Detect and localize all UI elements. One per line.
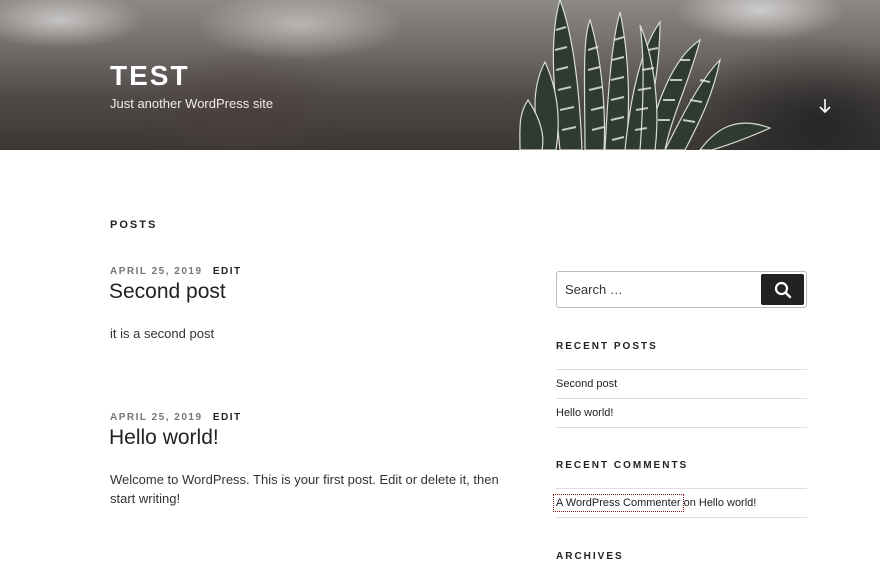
post-meta: APRIL 25, 2019 EDIT	[110, 266, 510, 277]
post-content: it is a second post	[110, 326, 215, 341]
post-entry: APRIL 25, 2019 EDIT Hello world! Welcome…	[109, 412, 510, 508]
recent-comments-list: A WordPress Commenter on Hello world!	[553, 488, 807, 518]
site-header: TEST Just another WordPress site	[0, 0, 880, 150]
post-title[interactable]: Hello world!	[109, 426, 510, 450]
post-entry: APRIL 25, 2019 EDIT Second post it is a …	[109, 266, 510, 343]
archives-title: ARCHIVES	[556, 551, 624, 562]
sidebar: RECENT POSTS Second post Hello world! RE…	[553, 271, 807, 562]
commenter-link[interactable]: A WordPress Commenter	[553, 494, 684, 512]
arrow-down-icon[interactable]	[815, 96, 835, 116]
site-title[interactable]: TEST	[110, 60, 190, 92]
recent-posts-list: Second post Hello world!	[556, 369, 807, 428]
site-description: Just another WordPress site	[110, 96, 274, 111]
list-item: Second post	[556, 369, 807, 398]
search-button[interactable]	[761, 274, 804, 305]
comment-connector: on	[680, 497, 699, 509]
edit-link[interactable]: EDIT	[213, 412, 242, 423]
post-date[interactable]: APRIL 25, 2019	[110, 266, 203, 277]
edit-link[interactable]: EDIT	[213, 266, 242, 277]
posts-heading: POSTS	[110, 219, 158, 231]
post-meta: APRIL 25, 2019 EDIT	[110, 412, 510, 423]
post-title[interactable]: Second post	[109, 280, 510, 304]
search-form	[556, 271, 807, 308]
post-date[interactable]: APRIL 25, 2019	[110, 412, 203, 423]
recent-post-link[interactable]: Second post	[556, 378, 617, 390]
post-content: Welcome to WordPress. This is your first…	[110, 472, 499, 506]
list-item: Hello world!	[556, 398, 807, 428]
search-icon	[774, 281, 791, 298]
recent-comments-title: RECENT COMMENTS	[556, 460, 689, 471]
list-item: A WordPress Commenter on Hello world!	[553, 488, 807, 518]
recent-post-link[interactable]: Hello world!	[556, 407, 613, 419]
recent-posts-title: RECENT POSTS	[556, 341, 658, 352]
search-input[interactable]	[565, 272, 755, 307]
comment-post-link[interactable]: Hello world!	[699, 497, 756, 509]
